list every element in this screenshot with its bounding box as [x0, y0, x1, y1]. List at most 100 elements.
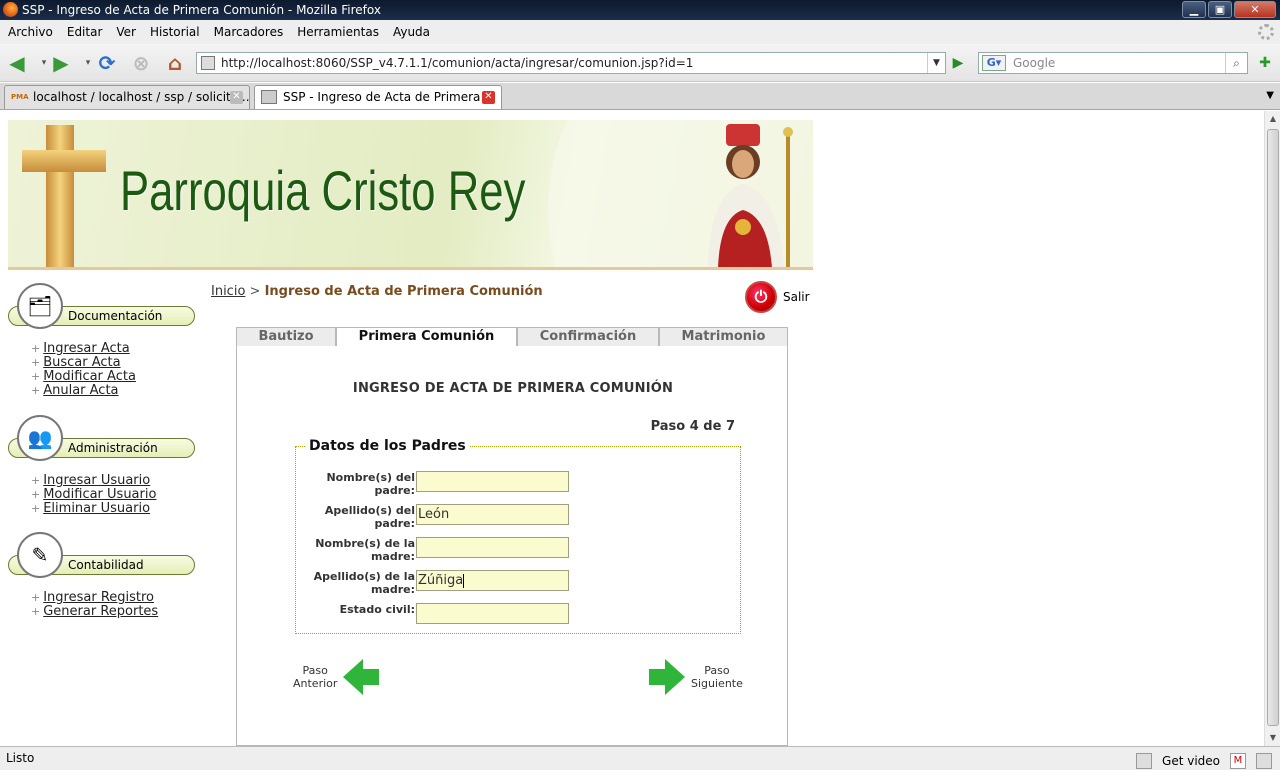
tab-list-dropdown-icon[interactable]: ▼ [1266, 90, 1274, 101]
forward-arrow-icon[interactable]: ▶ [50, 51, 72, 75]
field-label: Nombre(s) de la madre: [305, 537, 415, 563]
menu-ver[interactable]: Ver [116, 25, 136, 39]
sidebar-link-ingresar-usuario[interactable]: Ingresar Usuario [43, 473, 150, 488]
search-placeholder: Google [1013, 56, 1056, 70]
sidebar-link-generar-reportes[interactable]: Generar Reportes [43, 604, 158, 619]
accounting-icon: ✎ [17, 532, 63, 578]
go-arrow-icon[interactable]: ▶ [948, 53, 968, 73]
next-step-button[interactable]: Paso Siguiente [649, 659, 743, 695]
scroll-down-icon[interactable]: ▼ [1265, 730, 1280, 746]
tab-bautizo[interactable]: Bautizo [236, 327, 336, 347]
breadcrumb-home-link[interactable]: Inicio [211, 284, 245, 299]
field-row-estado-civil: Estado civil: [296, 603, 742, 636]
previous-step-button[interactable]: Paso Anterior [293, 659, 380, 695]
tab-primera-comunion[interactable]: Primera Comunión [336, 327, 517, 347]
addon-status-icon[interactable] [1256, 753, 1272, 769]
tab-label: SSP - Ingreso de Acta de Primera ... [283, 90, 496, 104]
scrollbar-thumb[interactable] [1267, 129, 1279, 726]
addon-icon[interactable]: ✚ [1254, 52, 1276, 74]
tab-label: localhost / localhost / ssp / solicita..… [33, 90, 250, 104]
label-line-2: padre: [374, 517, 415, 530]
tab-confirmacion[interactable]: Confirmación [517, 327, 659, 347]
browser-tab-phpmyadmin[interactable]: PMA localhost / localhost / ssp / solici… [4, 85, 250, 109]
gmail-icon[interactable]: M [1230, 753, 1246, 769]
menu-ayuda[interactable]: Ayuda [393, 25, 430, 39]
site-favicon-icon [201, 56, 215, 70]
sidebar-link-ingresar-registro[interactable]: Ingresar Registro [43, 590, 154, 605]
sidebar-link-ingresar-acta[interactable]: Ingresar Acta [43, 341, 129, 356]
users-icon: 👥 [17, 415, 63, 461]
reload-icon[interactable]: ⟳ [96, 51, 118, 75]
sacrament-tabs: Bautizo Primera Comunión Confirmación Ma… [236, 327, 788, 347]
sidebar-link-anular-acta[interactable]: Anular Acta [43, 383, 118, 398]
nombre-madre-input[interactable] [416, 537, 569, 558]
ssp-favicon-icon [261, 90, 277, 104]
next-line-2: Siguiente [691, 677, 743, 690]
label-line-2: madre: [370, 583, 415, 596]
magnifier-icon[interactable]: ⌕ [1225, 53, 1247, 73]
label-line-1: Nombre(s) de la [315, 537, 415, 550]
prev-line-2: Anterior [293, 677, 338, 690]
label-line-1: Apellido(s) de la [313, 570, 415, 583]
status-text: Listo [6, 751, 35, 765]
menu-herramientas[interactable]: Herramientas [297, 25, 379, 39]
browser-tab-bar: PMA localhost / localhost / ssp / solici… [0, 83, 1280, 110]
stop-icon[interactable]: ⊗ [130, 51, 152, 75]
prev-line-1: Paso [302, 664, 328, 677]
search-input[interactable]: G▾ Google ⌕ [978, 52, 1248, 74]
green-left-arrow-icon[interactable] [343, 659, 380, 695]
firefox-logo-icon [3, 2, 18, 17]
parish-title: Parroquia Cristo Rey [120, 159, 526, 222]
field-row-apellido-padre: Apellido(s) del padre: León [296, 504, 742, 537]
apellido-padre-input[interactable]: León [416, 504, 569, 525]
menu-marcadores[interactable]: Marcadores [214, 25, 284, 39]
cross-bar [22, 150, 106, 172]
step-indicator: Paso 4 de 7 [650, 419, 735, 434]
menu-editar[interactable]: Editar [67, 25, 103, 39]
home-icon[interactable]: ⌂ [164, 51, 186, 75]
next-line-1: Paso [704, 664, 730, 677]
tab-matrimonio[interactable]: Matrimonio [659, 327, 788, 347]
back-arrow-icon[interactable]: ◀ [6, 51, 28, 75]
parents-fieldset: Datos de los Padres Nombre(s) del padre: … [295, 438, 742, 636]
pma-favicon-icon: PMA [11, 93, 29, 101]
christ-king-image [708, 124, 793, 267]
form-heading: INGRESO DE ACTA DE PRIMERA COMUNIÓN [352, 381, 674, 396]
maximize-button[interactable]: ▣ [1208, 1, 1232, 18]
url-dropdown-icon[interactable]: ▼ [927, 53, 945, 73]
documents-icon: 🗂 [17, 283, 63, 329]
breadcrumb-current: Ingreso de Acta de Primera Comunión [264, 284, 543, 299]
url-input[interactable]: http://localhost:8060/SSP_v4.7.1.1/comun… [196, 52, 946, 74]
url-text: http://localhost:8060/SSP_v4.7.1.1/comun… [221, 56, 694, 70]
menu-bar: Archivo Editar Ver Historial Marcadores … [0, 20, 1280, 44]
get-video-label[interactable]: Get video [1162, 750, 1220, 772]
tab-close-icon[interactable]: ✕ [230, 91, 243, 104]
logout-button[interactable]: ⏻ Salir [745, 281, 810, 313]
power-icon[interactable]: ⏻ [745, 281, 777, 313]
green-right-arrow-icon[interactable] [649, 659, 685, 695]
sidebar-link-modificar-acta[interactable]: Modificar Acta [43, 369, 136, 384]
logout-label[interactable]: Salir [783, 290, 810, 304]
form-panel: INGRESO DE ACTA DE PRIMERA COMUNIÓN Paso… [236, 346, 788, 746]
page-info-icon[interactable] [1136, 753, 1153, 769]
field-label: Nombre(s) del padre: [305, 471, 415, 497]
close-window-button[interactable]: ✕ [1234, 1, 1276, 18]
sidebar-link-eliminar-usuario[interactable]: Eliminar Usuario [43, 501, 150, 516]
parish-banner: Parroquia Cristo Rey [8, 120, 813, 270]
search-engine-letter: G [986, 56, 996, 69]
sidebar-link-buscar-acta[interactable]: Buscar Acta [43, 355, 120, 370]
menu-historial[interactable]: Historial [150, 25, 200, 39]
apellido-madre-input[interactable]: Zúñiga [416, 570, 569, 591]
cross-icon [46, 125, 74, 267]
estado-civil-input[interactable] [416, 603, 569, 624]
menu-archivo[interactable]: Archivo [8, 25, 53, 39]
search-engine-icon[interactable]: G▾ [982, 55, 1006, 71]
browser-tab-ssp[interactable]: SSP - Ingreso de Acta de Primera ... ✕ [254, 85, 502, 109]
sidebar-link-modificar-usuario[interactable]: Modificar Usuario [43, 487, 156, 502]
vertical-scrollbar[interactable]: ▲ ▼ [1264, 111, 1280, 746]
tab-close-icon[interactable]: ✕ [482, 91, 495, 104]
apellido-madre-value: Zúñiga [418, 573, 464, 588]
minimize-button[interactable]: ▁ [1182, 1, 1206, 18]
nombre-padre-input[interactable] [416, 471, 569, 492]
scroll-up-icon[interactable]: ▲ [1265, 111, 1280, 127]
